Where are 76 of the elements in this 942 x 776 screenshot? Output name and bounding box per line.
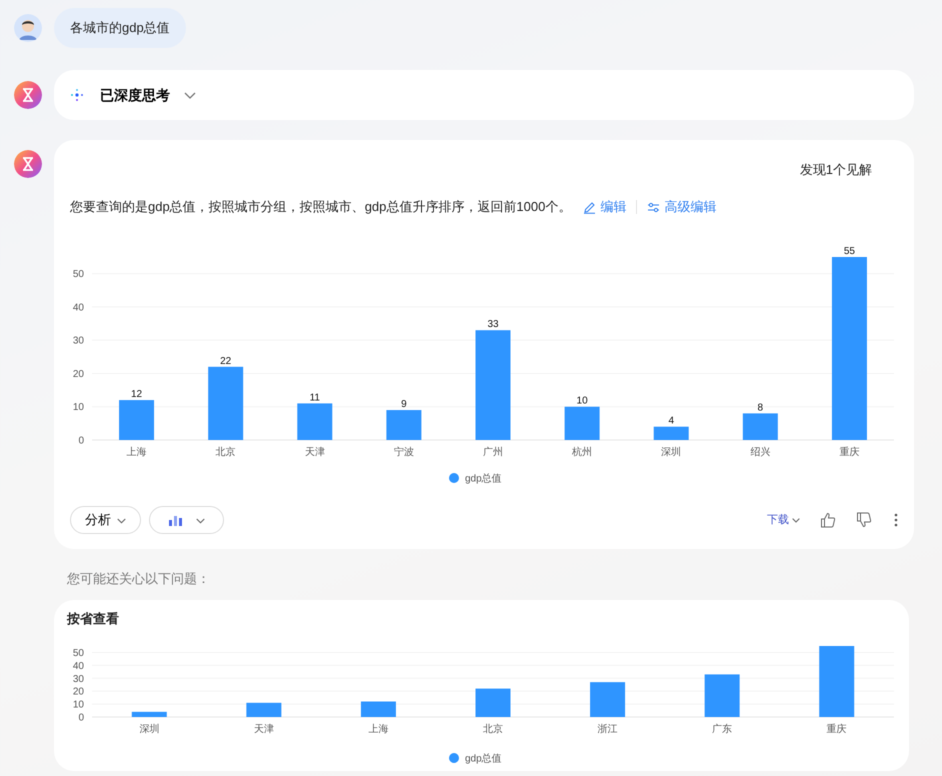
category-label: 北京 — [216, 447, 236, 458]
category-label: 重庆 — [839, 447, 860, 458]
category-label: 天津 — [304, 447, 325, 458]
axis-label: 50 — [72, 269, 84, 280]
bar — [564, 406, 600, 440]
axis-label: 40 — [72, 660, 84, 672]
edit-link[interactable]: 编辑 — [583, 197, 626, 217]
legend-label: gdp总值 — [465, 754, 502, 764]
category-label: 宁波 — [394, 447, 414, 458]
assistant-avatar — [14, 81, 42, 109]
suggestions-heading: 您可能还关心以下问题： — [67, 570, 210, 588]
axis-label: 30 — [72, 674, 84, 685]
bar — [132, 712, 167, 717]
bar — [119, 400, 154, 440]
axis-label: 40 — [72, 302, 84, 314]
value-label: 10 — [576, 396, 588, 407]
bar — [590, 682, 626, 717]
analyze-button[interactable]: 分析 — [70, 506, 141, 534]
more-icon[interactable] — [894, 513, 898, 527]
category-label: 广东 — [712, 724, 732, 735]
bar-chart-icon — [168, 514, 184, 526]
category-label: 上海 — [368, 724, 388, 735]
axis-label: 20 — [72, 368, 84, 380]
chart-type-button[interactable] — [149, 506, 224, 534]
axis-label: 20 — [72, 686, 84, 698]
category-label: 重庆 — [826, 724, 847, 735]
value-label: 12 — [131, 389, 142, 400]
bar — [704, 674, 740, 717]
bar — [246, 702, 282, 717]
sliders-icon — [647, 200, 660, 214]
category-label: 浙江 — [598, 724, 618, 735]
bar — [476, 688, 510, 717]
value-label: 4 — [668, 416, 674, 427]
bar — [742, 413, 778, 440]
category-label: 北京 — [483, 724, 503, 735]
value-label: 8 — [758, 402, 764, 414]
query-description: 您要查询的是gdp总值，按照城市分组，按照城市、gdp总值升序排序，返回前1000个。 — [70, 198, 572, 216]
axis-label: 0 — [78, 712, 84, 724]
pencil-icon — [583, 200, 596, 214]
thinking-toggle[interactable]: 已深度思考 — [70, 84, 196, 106]
insight-link[interactable]: 发现1个见解 — [800, 160, 872, 180]
bar — [297, 403, 332, 440]
category-label: 绍兴 — [750, 447, 770, 458]
download-button[interactable]: 下载 — [767, 512, 800, 528]
thumbs-up-icon[interactable] — [820, 512, 836, 528]
legend-label: gdp总值 — [465, 474, 502, 484]
category-label: 天津 — [254, 724, 274, 735]
axis-label: 50 — [72, 648, 84, 659]
user-avatar — [14, 14, 42, 42]
caret-icon — [196, 516, 205, 524]
value-label: 9 — [401, 399, 407, 410]
axis-label: 0 — [78, 436, 84, 446]
axis-label: 10 — [72, 402, 84, 414]
value-label: 22 — [220, 356, 232, 367]
category-label: 深圳 — [139, 724, 160, 735]
advanced-edit-link[interactable]: 高级编辑 — [647, 197, 716, 217]
axis-label: 10 — [72, 700, 84, 711]
assistant-avatar — [14, 150, 42, 178]
user-message: 各城市的gdp总值 — [70, 19, 170, 38]
category-label: 广州 — [483, 447, 503, 458]
caret-icon — [117, 516, 126, 524]
sparkle-icon — [70, 88, 84, 102]
value-label: 55 — [844, 246, 855, 257]
value-label: 11 — [310, 392, 320, 404]
category-label: 深圳 — [661, 447, 682, 458]
bar — [654, 426, 689, 440]
bar — [360, 702, 396, 717]
category-label: 上海 — [126, 447, 147, 458]
bar — [819, 646, 854, 717]
caret-icon — [792, 516, 800, 524]
category-label: 杭州 — [572, 447, 592, 458]
value-label: 33 — [487, 319, 499, 330]
chart-title: 按省查看 — [67, 610, 119, 628]
bar — [386, 410, 422, 440]
thumbs-down-icon[interactable] — [856, 512, 872, 528]
axis-label: 30 — [72, 336, 84, 347]
